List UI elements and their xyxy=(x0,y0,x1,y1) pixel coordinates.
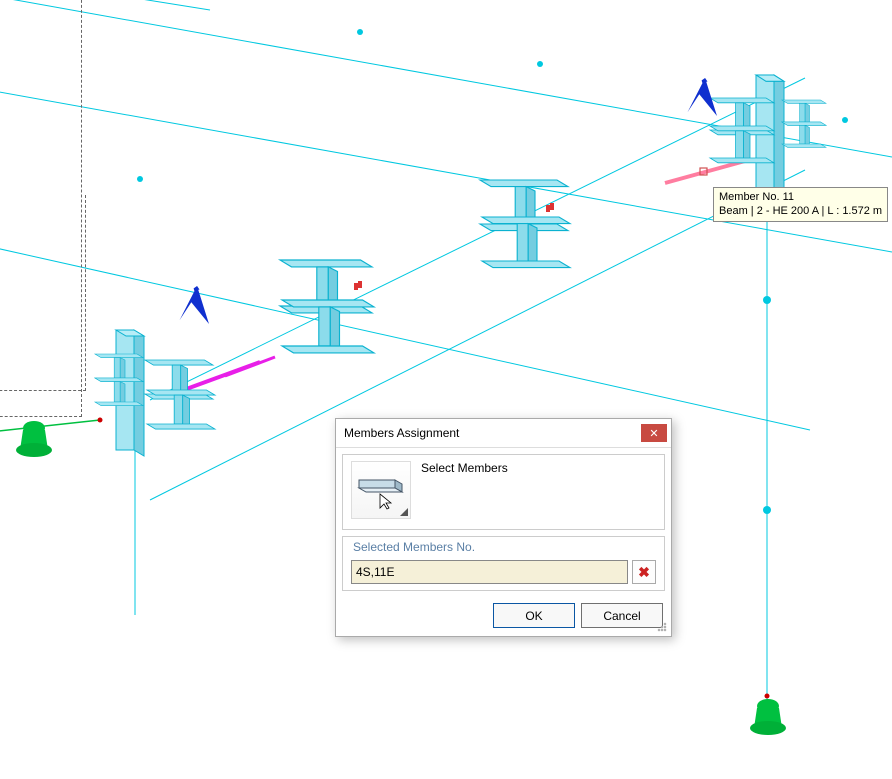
select-members-label: Select Members xyxy=(421,461,508,475)
selected-members-label: Selected Members No. xyxy=(353,540,656,554)
support-fixed[interactable] xyxy=(748,698,788,738)
ok-button[interactable]: OK xyxy=(493,603,575,628)
resize-grip[interactable] xyxy=(656,621,668,633)
dropdown-indicator-icon xyxy=(400,508,408,516)
structural-member xyxy=(782,100,826,125)
select-members-tool-button[interactable] xyxy=(351,461,411,519)
close-icon: ✕ xyxy=(649,427,658,440)
delete-icon: ✖ xyxy=(638,564,650,581)
close-button[interactable]: ✕ xyxy=(641,424,667,442)
member-tooltip: Member No. 11 Beam | 2 - HE 200 A | L : … xyxy=(713,187,888,222)
select-members-section: Select Members xyxy=(342,454,665,530)
dialog-titlebar[interactable]: Members Assignment ✕ xyxy=(336,419,671,448)
dialog-title: Members Assignment xyxy=(344,426,459,440)
tooltip-line-1: Member No. 11 xyxy=(719,190,882,204)
support-fixed[interactable] xyxy=(14,420,54,460)
structural-member xyxy=(782,122,826,147)
cancel-button[interactable]: Cancel xyxy=(581,603,663,628)
members-assignment-dialog[interactable]: Members Assignment ✕ Select Me xyxy=(335,418,672,637)
selected-members-input[interactable] xyxy=(351,560,628,584)
clear-selection-button[interactable]: ✖ xyxy=(632,560,656,584)
model-viewport[interactable]: Member No. 11 Beam | 2 - HE 200 A | L : … xyxy=(0,0,892,779)
tooltip-line-2: Beam | 2 - HE 200 A | L : 1.572 m xyxy=(719,204,882,218)
selected-members-section: Selected Members No. ✖ xyxy=(342,536,665,591)
